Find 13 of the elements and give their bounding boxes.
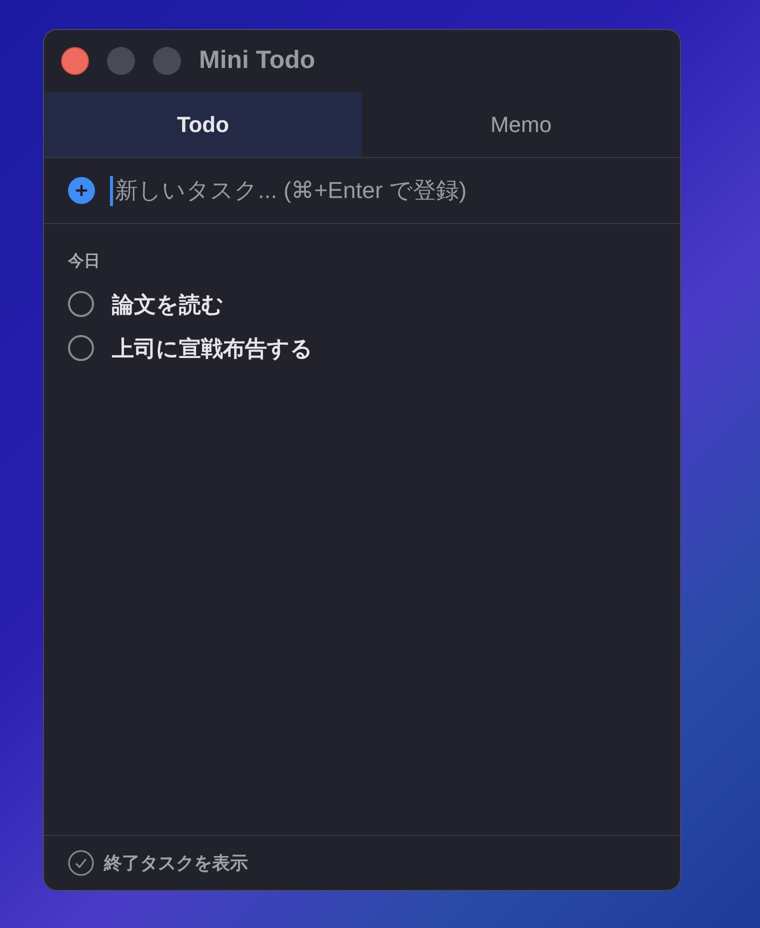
check-circle-icon — [68, 850, 94, 876]
show-completed-button[interactable]: 終了タスクを表示 — [68, 850, 248, 876]
window-title: Mini Todo — [199, 45, 316, 76]
task-checkbox[interactable] — [68, 291, 94, 317]
tab[interactable]: Todo — [44, 92, 362, 157]
section-heading: 今日 — [68, 252, 101, 272]
add-icon[interactable] — [68, 177, 95, 204]
close-button[interactable] — [61, 47, 89, 75]
task-checkbox[interactable] — [68, 335, 94, 361]
new-task-field[interactable]: 新しいタスク... (⌘+Enter で登録) — [110, 176, 656, 206]
task-label: 論文を読む — [112, 290, 224, 318]
tab[interactable]: Memo — [362, 92, 680, 157]
task-label: 上司に宣戦布告する — [112, 334, 313, 362]
